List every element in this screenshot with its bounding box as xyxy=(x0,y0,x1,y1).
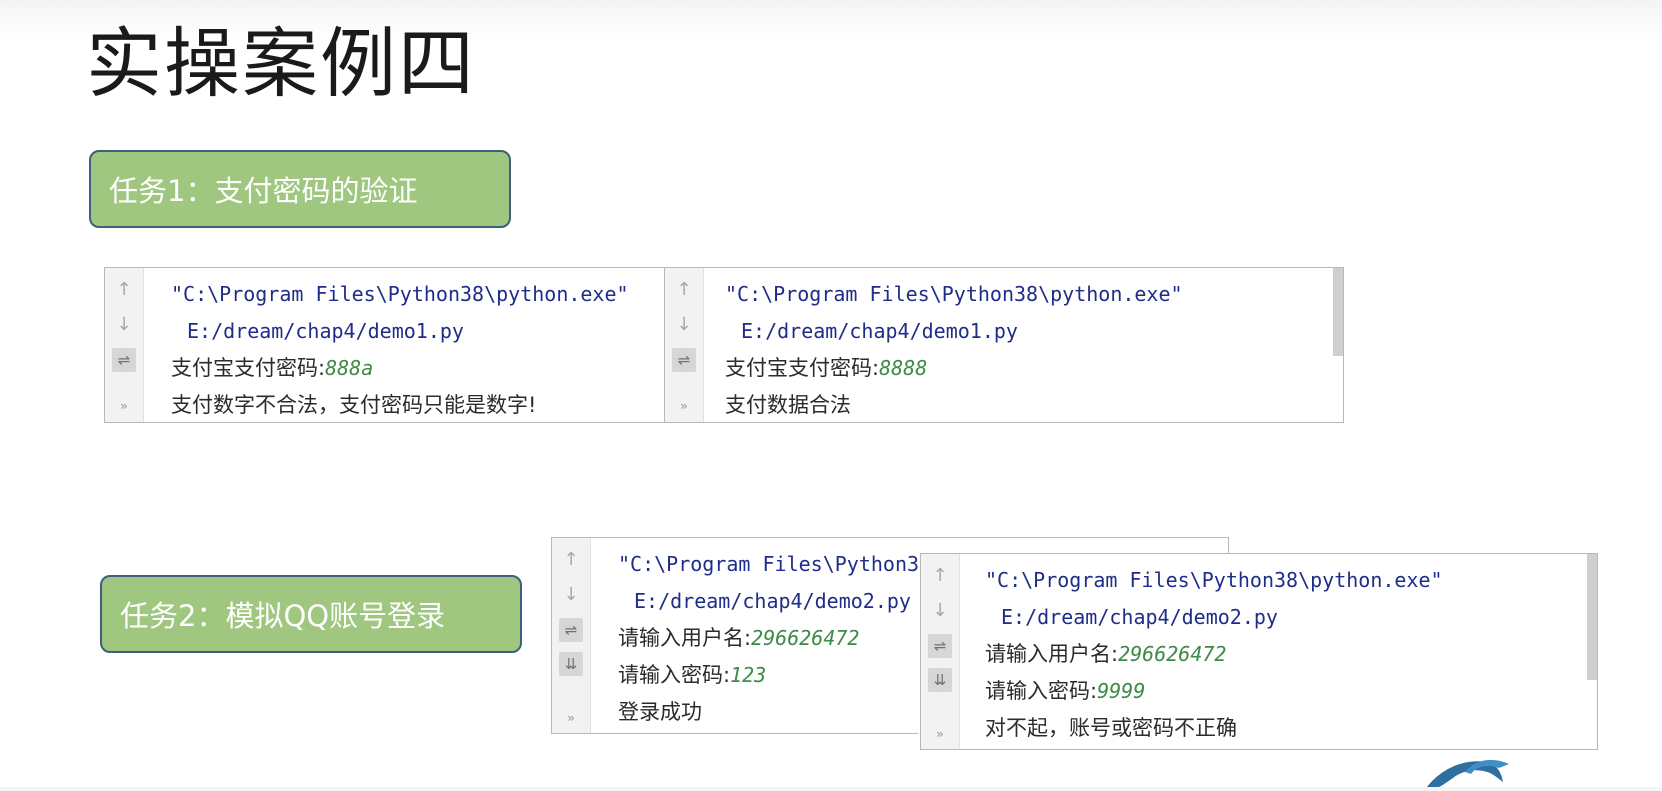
user-input-value: 8888 xyxy=(879,356,928,380)
result-line: 支付数据合法 xyxy=(725,393,851,417)
task2-label: 任务2：模拟QQ账号登录 xyxy=(120,599,446,633)
logo-icon xyxy=(1425,752,1515,791)
user-input-value: 888a xyxy=(325,356,374,380)
arrow-up-icon[interactable]: ↑ xyxy=(112,278,136,302)
scroll-to-end-icon[interactable]: ⇊ xyxy=(928,668,952,692)
arrow-up-icon[interactable]: ↑ xyxy=(559,548,583,572)
soft-wrap-icon[interactable]: ⇌ xyxy=(559,618,583,642)
username-input-value: 296626472 xyxy=(1118,642,1227,666)
arrow-up-icon[interactable]: ↑ xyxy=(672,278,696,302)
password-input-value: 9999 xyxy=(1097,679,1146,703)
command-line-2: E:/dream/chap4/demo1.py xyxy=(187,319,464,343)
arrow-down-icon[interactable]: ↓ xyxy=(928,599,952,623)
password-prompt-line: 请输入密码:9999 xyxy=(985,673,1593,710)
soft-wrap-icon[interactable]: ⇌ xyxy=(112,348,136,372)
password-prompt-label: 请输入密码: xyxy=(985,679,1098,703)
command-line-1: "C:\Program Files\Python38\python.exe" xyxy=(985,568,1443,592)
prompt-label: 支付宝支付密码: xyxy=(171,356,326,380)
result-line: 对不起，账号或密码不正确 xyxy=(985,716,1237,740)
password-input-value: 123 xyxy=(730,663,767,687)
console-task2-right: ↑ ↓ ⇌ ⇊ » "C:\Program Files\Python38\pyt… xyxy=(920,553,1598,750)
task1-label: 任务1：支付密码的验证 xyxy=(109,174,418,208)
command-line-1: "C:\Program Files\Python38\python.exe" xyxy=(725,282,1183,306)
console-gutter: ↑ ↓ ⇌ » xyxy=(665,268,704,422)
console-gutter: ↑ ↓ ⇌ ⇊ » xyxy=(552,538,591,733)
username-prompt-label: 请输入用户名: xyxy=(985,642,1119,666)
more-icon[interactable]: » xyxy=(112,394,136,418)
soft-wrap-icon[interactable]: ⇌ xyxy=(928,634,952,658)
prompt-line: 支付宝支付密码:8888 xyxy=(725,350,1339,387)
password-prompt-label: 请输入密码: xyxy=(618,663,731,687)
command-line-2: E:/dream/chap4/demo1.py xyxy=(741,319,1018,343)
username-input-value: 296626472 xyxy=(751,626,860,650)
task1-badge: 任务1：支付密码的验证 xyxy=(89,150,511,228)
result-line: 支付数字不合法，支付密码只能是数字! xyxy=(171,393,537,417)
console-gutter: ↑ ↓ ⇌ » xyxy=(105,268,144,422)
more-icon[interactable]: » xyxy=(928,722,952,746)
command-line-2: E:/dream/chap4/demo2.py xyxy=(1001,605,1278,629)
console-gutter: ↑ ↓ ⇌ ⇊ » xyxy=(921,554,960,749)
slide-title: 实操案例四 xyxy=(86,19,476,108)
task2-badge: 任务2：模拟QQ账号登录 xyxy=(100,575,522,653)
username-prompt-line: 请输入用户名:296626472 xyxy=(985,636,1593,673)
username-prompt-label: 请输入用户名: xyxy=(618,626,752,650)
scroll-to-end-icon[interactable]: ⇊ xyxy=(559,652,583,676)
arrow-down-icon[interactable]: ↓ xyxy=(559,583,583,607)
arrow-up-icon[interactable]: ↑ xyxy=(928,564,952,588)
console-task1-right: ↑ ↓ ⇌ » "C:\Program Files\Python38\pytho… xyxy=(664,267,1344,423)
command-line-1: "C:\Program Files\Python38\python.exe" xyxy=(171,282,629,306)
more-icon[interactable]: » xyxy=(559,706,583,730)
arrow-down-icon[interactable]: ↓ xyxy=(112,313,136,337)
prompt-label: 支付宝支付密码: xyxy=(725,356,880,380)
prompt-line: 支付宝支付密码:888a xyxy=(171,350,661,387)
soft-wrap-icon[interactable]: ⇌ xyxy=(672,348,696,372)
arrow-down-icon[interactable]: ↓ xyxy=(672,313,696,337)
console-task1-left: ↑ ↓ ⇌ » "C:\Program Files\Python38\pytho… xyxy=(104,267,666,423)
more-icon[interactable]: » xyxy=(672,394,696,418)
